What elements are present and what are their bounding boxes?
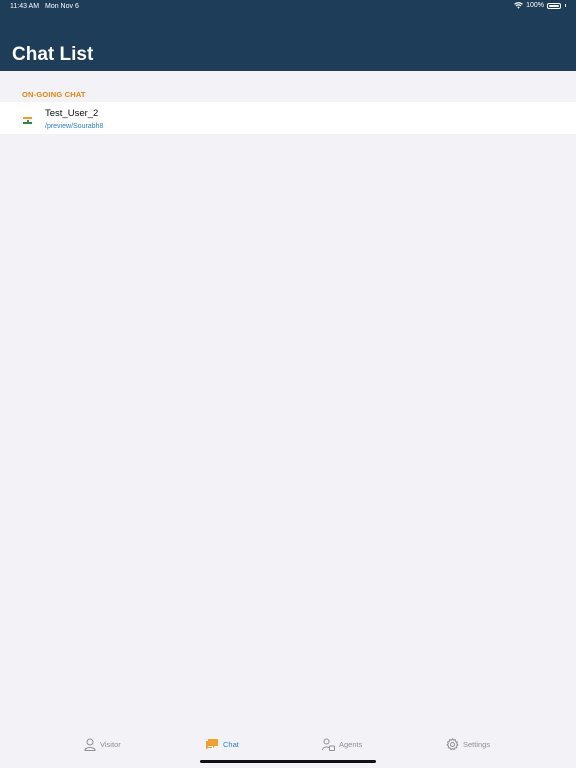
tab-chat[interactable]: Chat: [205, 738, 239, 750]
tab-settings-label: Settings: [463, 740, 491, 749]
battery-icon: [547, 2, 561, 9]
person-icon: [84, 738, 96, 751]
chat-visitor-name: Test_User_2: [45, 108, 99, 119]
section-header-ongoing-chat: ON-GOING CHAT: [22, 90, 86, 99]
page-title: Chat List: [12, 44, 94, 65]
battery-percent: 100%: [526, 2, 544, 9]
tab-visitor[interactable]: Visitor: [84, 738, 121, 751]
chat-list-item[interactable]: Test_User_2 /preview/Sourabh8: [0, 102, 576, 134]
wifi-icon: [514, 2, 523, 9]
tab-settings[interactable]: Settings: [446, 738, 490, 751]
india-flag-icon: [23, 117, 32, 124]
home-indicator[interactable]: [200, 760, 376, 763]
status-time: 11:43 AM: [10, 3, 40, 10]
gear-icon: [446, 738, 459, 751]
tab-chat-label: Chat: [223, 739, 239, 749]
status-bar: 11:43 AM Mon Nov 6 100%: [0, 0, 576, 14]
tab-agents[interactable]: Agents: [322, 738, 362, 751]
chat-bubbles-icon: [206, 739, 218, 750]
chat-visitor-path: /preview/Sourabh8: [45, 123, 104, 130]
tab-agents-label: Agents: [339, 740, 363, 749]
status-date: Mon Nov 6: [45, 3, 79, 10]
battery-tip: [565, 4, 566, 7]
status-indicators: 100%: [514, 2, 566, 9]
agents-icon: [322, 738, 335, 751]
navigation-header: 11:43 AM Mon Nov 6 100% Chat List: [0, 0, 576, 71]
tab-visitor-label: Visitor: [100, 740, 121, 749]
